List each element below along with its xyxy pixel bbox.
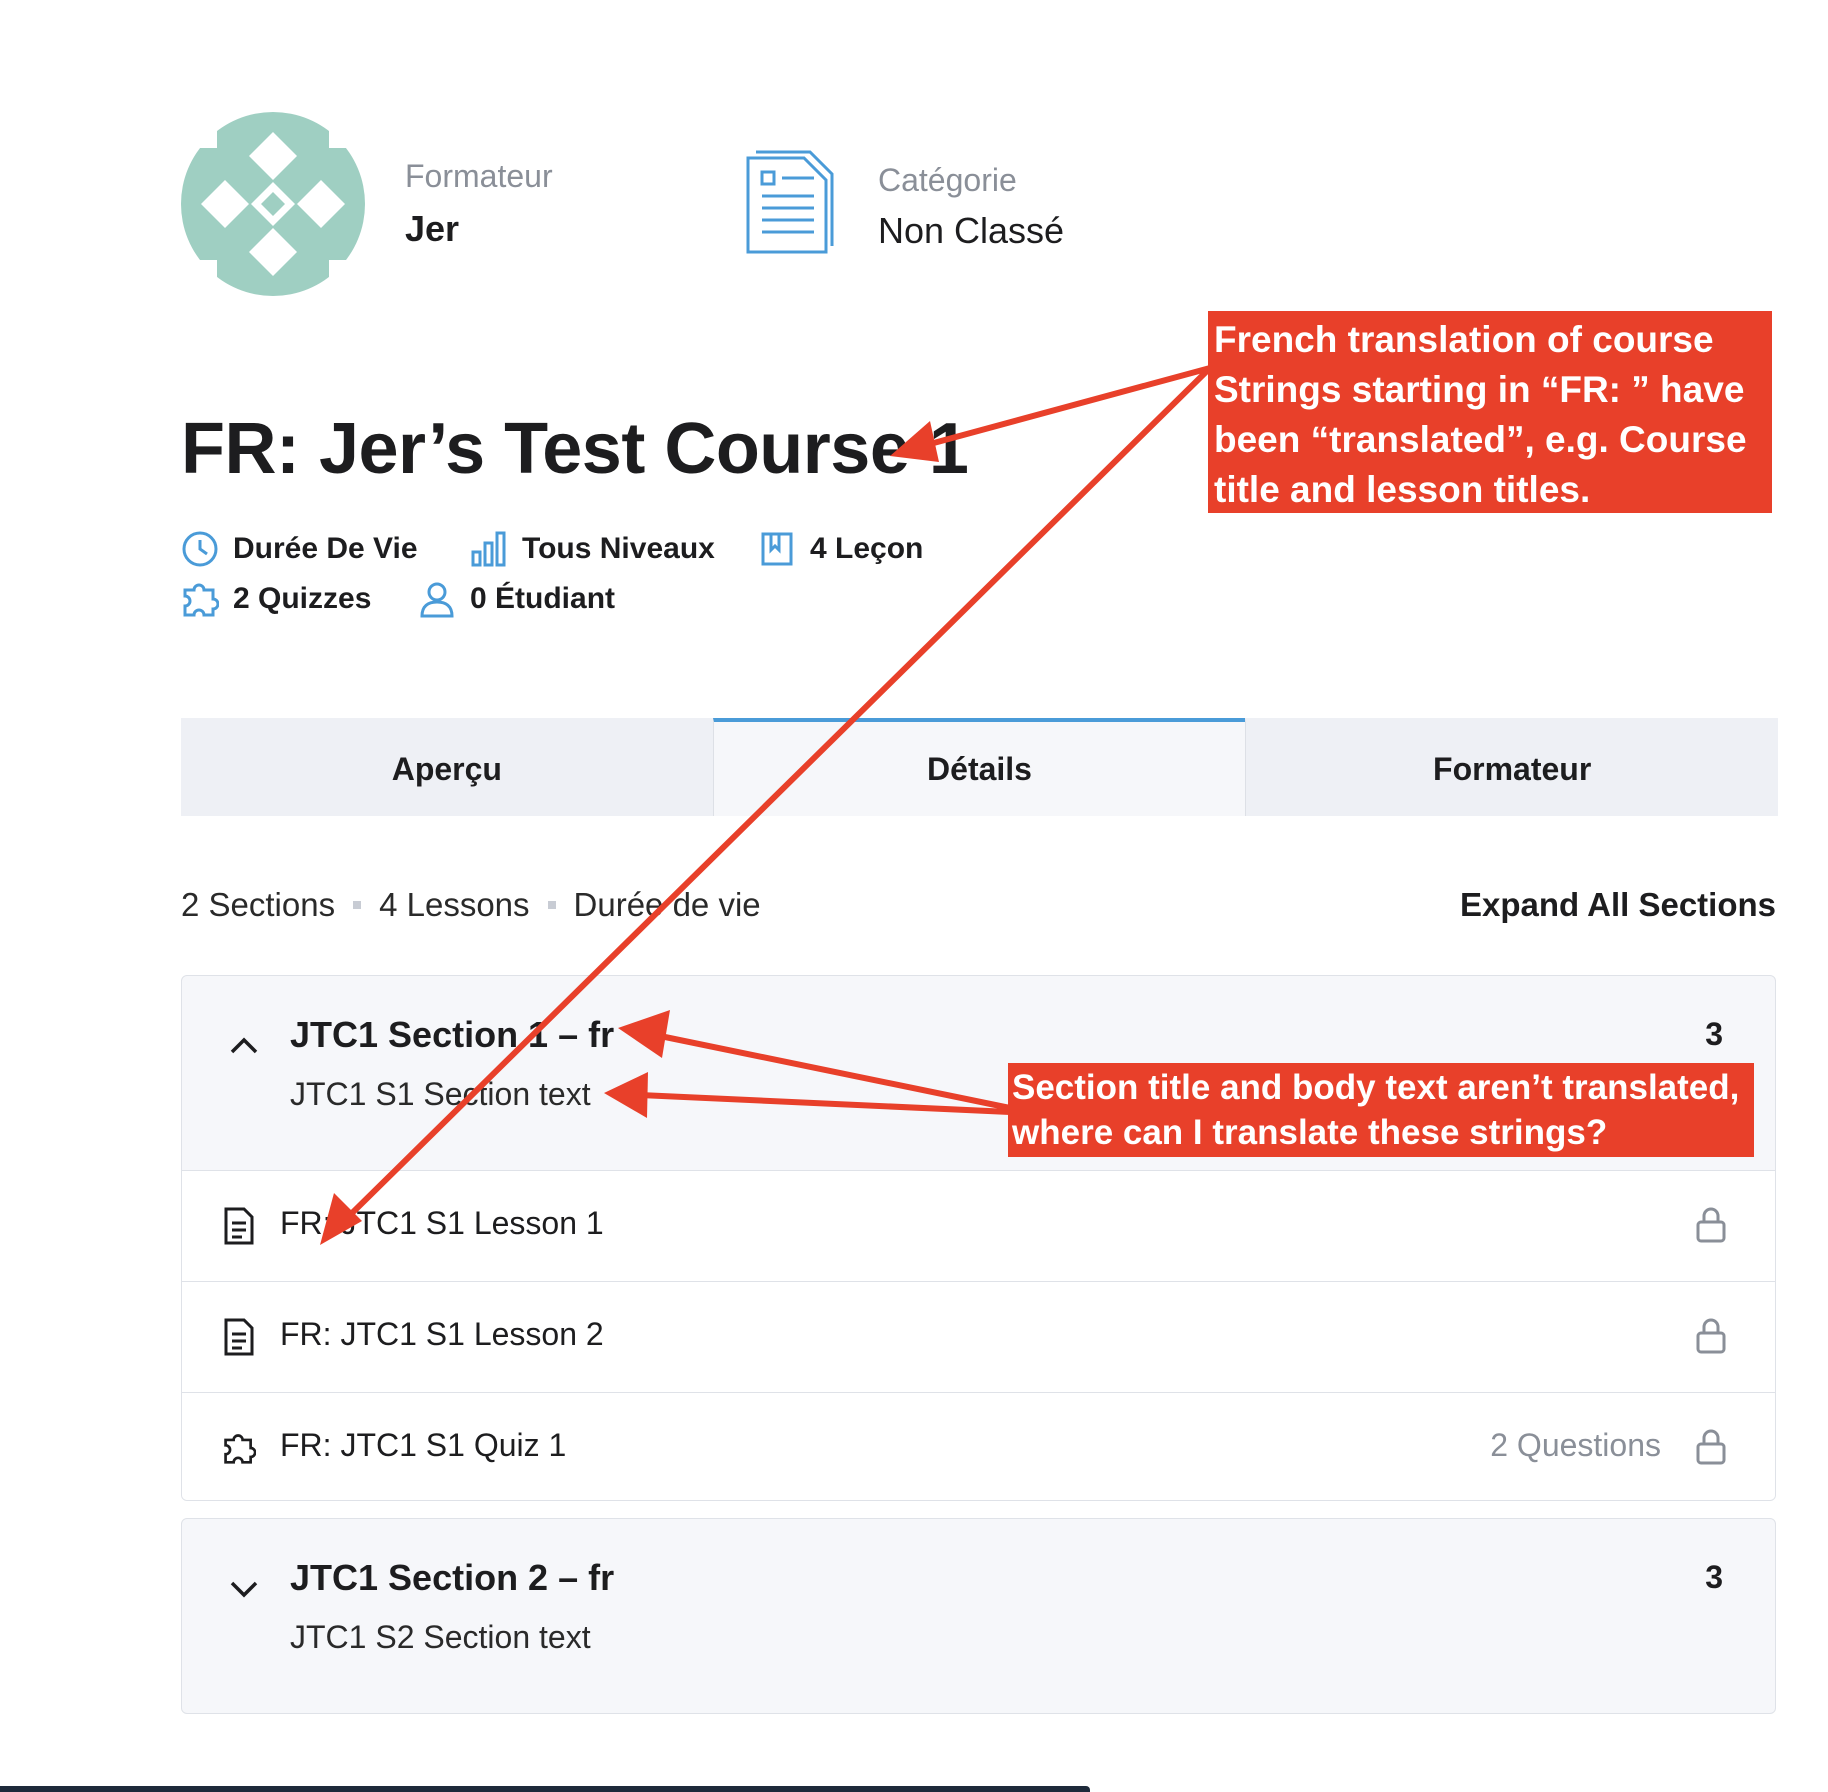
quiz-item[interactable]: FR: JTC1 S1 Quiz 1 2 Questions: [182, 1392, 1775, 1500]
lock-icon: [1696, 1207, 1726, 1243]
document-icon: [224, 1207, 254, 1245]
section-item-count: 3: [1705, 1559, 1723, 1595]
stat-students-label: 0 Étudiant: [470, 582, 616, 615]
separator-dot: [353, 901, 362, 909]
category-value[interactable]: Non Classé: [878, 210, 1064, 252]
curriculum-section: JTC1 Section 2 – fr JTC1 S2 Section text…: [181, 1518, 1776, 1714]
tab-formateur[interactable]: Formateur: [1245, 718, 1779, 816]
curriculum-summary: 2 Sections 4 Lessons Durée de vie: [181, 886, 761, 924]
course-tabs: Aperçu Détails Formateur: [181, 718, 1779, 816]
lesson-item[interactable]: FR: JTC1 S1 Lesson 1: [182, 1170, 1775, 1281]
stat-students: 0 Étudiant: [418, 580, 615, 618]
summary-lessons: 4 Lessons: [379, 886, 530, 923]
curriculum-section: JTC1 Section 1 – fr JTC1 S1 Section text…: [181, 975, 1776, 1501]
annotation-note: French translation of course Strings sta…: [1208, 311, 1772, 513]
clock-icon: [182, 531, 218, 567]
instructor-avatar: [181, 112, 365, 296]
tab-details[interactable]: Détails: [712, 718, 1246, 816]
quiz-question-count: 2 Questions: [1490, 1427, 1661, 1463]
section-header[interactable]: JTC1 Section 2 – fr JTC1 S2 Section text…: [182, 1519, 1775, 1713]
stat-duration: Durée De Vie: [181, 530, 418, 568]
stat-level-label: Tous Niveaux: [522, 532, 715, 565]
annotation-note: Section title and body text aren’t trans…: [1008, 1063, 1754, 1157]
chevron-up-icon[interactable]: [226, 1028, 262, 1064]
bottom-bar: [0, 1786, 1090, 1792]
stat-quizzes: 2 Quizzes: [181, 580, 371, 618]
summary-sections: 2 Sections: [181, 886, 336, 923]
expand-all-sections-button[interactable]: Expand All Sections: [1460, 886, 1776, 924]
stat-duration-label: Durée De Vie: [233, 532, 418, 565]
section-title: JTC1 Section 2 – fr: [290, 1557, 615, 1598]
chevron-down-icon[interactable]: [226, 1571, 262, 1607]
stat-lessons-label: 4 Leçon: [810, 532, 924, 565]
separator-dot: [547, 901, 556, 909]
instructor-label: Formateur: [405, 158, 553, 194]
section-item-count: 3: [1705, 1016, 1723, 1052]
tab-apercu[interactable]: Aperçu: [181, 718, 713, 816]
quiz-title: FR: JTC1 S1 Quiz 1: [280, 1427, 567, 1463]
puzzle-icon: [183, 583, 219, 617]
category-document-icon: [746, 150, 834, 254]
instructor-name[interactable]: Jer: [405, 208, 459, 250]
summary-duration: Durée de vie: [573, 886, 761, 923]
lesson-item[interactable]: FR: JTC1 S1 Lesson 2: [182, 1281, 1775, 1392]
section-title: JTC1 Section 1 – fr: [290, 1014, 615, 1055]
section-description: JTC1 S2 Section text: [290, 1619, 591, 1655]
category-label: Catégorie: [878, 162, 1017, 198]
stat-lessons: 4 Leçon: [758, 530, 923, 568]
puzzle-icon: [224, 1434, 256, 1464]
lesson-title: FR: JTC1 S1 Lesson 2: [280, 1316, 604, 1352]
lesson-title: FR: JTC1 S1 Lesson 1: [280, 1205, 604, 1241]
lock-icon: [1696, 1429, 1726, 1465]
document-icon: [224, 1318, 254, 1356]
user-icon: [420, 582, 454, 618]
stat-level: Tous Niveaux: [470, 530, 715, 568]
bar-chart-icon: [471, 531, 506, 567]
course-title: FR: Jer’s Test Course 1: [181, 409, 969, 489]
lock-icon: [1696, 1318, 1726, 1354]
section-description: JTC1 S1 Section text: [290, 1076, 591, 1112]
book-icon: [761, 532, 793, 566]
annotation-arrow: [927, 365, 1213, 447]
stat-quizzes-label: 2 Quizzes: [233, 582, 372, 615]
